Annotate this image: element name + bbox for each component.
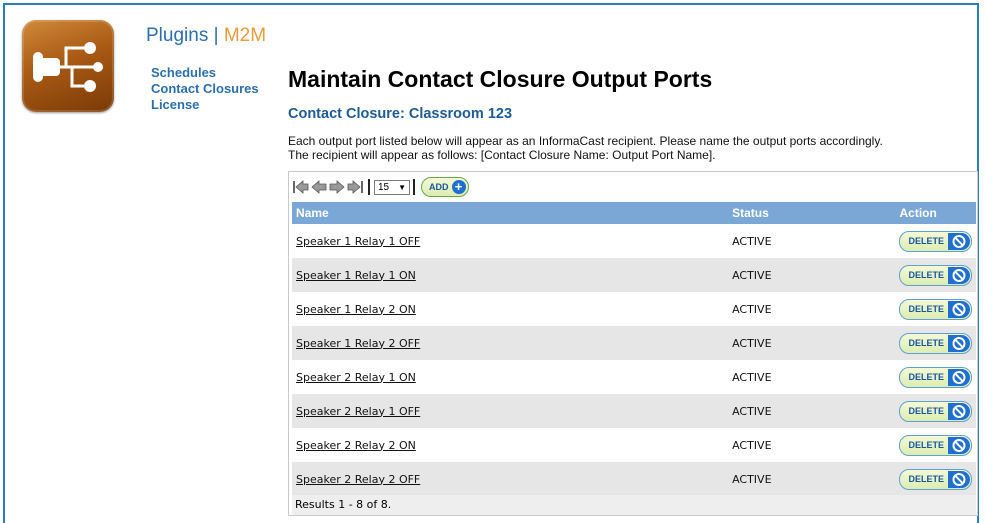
delete-button-label: DELETE	[908, 474, 944, 484]
cell-name: Speaker 2 Relay 2 OFF	[292, 462, 729, 496]
table-row: Speaker 2 Relay 2 ON ACTIVE DELETE	[292, 428, 976, 462]
table-row: Speaker 1 Relay 2 ON ACTIVE DELETE	[292, 292, 976, 326]
delete-button[interactable]: DELETE	[899, 230, 972, 252]
cell-action: DELETE	[895, 428, 976, 462]
delete-button-label: DELETE	[908, 372, 944, 382]
cell-name: Speaker 1 Relay 1 OFF	[292, 224, 728, 258]
port-name-link[interactable]: Speaker 1 Relay 2 OFF	[296, 337, 420, 350]
cell-status: ACTIVE	[728, 394, 896, 428]
description-line-1: Each output port listed below will appea…	[288, 134, 883, 148]
cell-name: Speaker 2 Relay 2 ON	[292, 428, 728, 462]
plugins-label: Plugins	[146, 25, 209, 46]
delete-cancel-icon	[948, 368, 970, 386]
cell-name: Speaker 1 Relay 1 ON	[292, 258, 729, 292]
delete-button[interactable]: DELETE	[899, 332, 972, 354]
pager-toolbar: 15 ▼ ADD +	[293, 175, 469, 199]
description-line-2: The recipient will appear as follows: [C…	[288, 148, 716, 162]
output-ports-table: Name Status Action Speaker 1 Relay 1 OFF…	[292, 202, 976, 496]
port-name-link[interactable]: Speaker 1 Relay 1 ON	[296, 269, 416, 282]
cell-status: ACTIVE	[728, 326, 896, 360]
page-size-select[interactable]: 15 ▼	[374, 179, 410, 195]
table-header-row: Name Status Action	[292, 202, 976, 224]
last-page-icon[interactable]	[347, 180, 363, 194]
cell-status: ACTIVE	[728, 462, 896, 496]
results-count: Results 1 - 8 of 8.	[292, 495, 976, 515]
cell-action: DELETE	[895, 394, 976, 428]
column-header-status[interactable]: Status	[728, 202, 896, 224]
port-name-link[interactable]: Speaker 1 Relay 2 ON	[296, 303, 416, 316]
next-page-icon[interactable]	[329, 180, 345, 194]
delete-cancel-icon	[948, 334, 970, 352]
cell-status: ACTIVE	[732, 302, 772, 316]
cell-status: ACTIVE	[732, 234, 772, 248]
table-row: Speaker 1 Relay 1 ON ACTIVE DELETE	[292, 258, 976, 292]
page-title: Maintain Contact Closure Output Ports	[288, 66, 713, 92]
port-name-link[interactable]: Speaker 2 Relay 2 OFF	[296, 473, 420, 486]
plugin-breadcrumb: Plugins | M2M	[146, 25, 266, 47]
cell-action: DELETE	[895, 360, 976, 394]
delete-cancel-icon	[948, 232, 970, 250]
delete-button-label: DELETE	[908, 270, 944, 280]
delete-button[interactable]: DELETE	[899, 366, 972, 388]
table-row: Speaker 1 Relay 1 OFF ACTIVE DELETE	[292, 224, 976, 258]
breadcrumb-separator: |	[213, 25, 219, 46]
sidebar-item-license[interactable]: License	[151, 97, 259, 113]
cell-status: ACTIVE	[732, 370, 772, 384]
port-name-link[interactable]: Speaker 2 Relay 1 ON	[296, 371, 416, 384]
first-page-icon[interactable]	[293, 180, 309, 194]
cell-status: ACTIVE	[732, 438, 772, 452]
cell-name: Speaker 1 Relay 2 ON	[292, 292, 728, 326]
plugin-logo-icon	[22, 20, 114, 112]
cell-name: Speaker 2 Relay 1 ON	[292, 360, 728, 394]
sidebar-item-contact-closures[interactable]: Contact Closures	[151, 81, 259, 97]
delete-cancel-icon	[948, 266, 970, 284]
delete-button[interactable]: DELETE	[899, 264, 972, 286]
contact-closure-subtitle: Contact Closure: Classroom 123	[288, 106, 513, 122]
cell-name: Speaker 1 Relay 2 OFF	[292, 326, 729, 360]
table-row: Speaker 2 Relay 2 OFF ACTIVE DELETE	[292, 462, 976, 496]
cell-action: DELETE	[895, 462, 976, 496]
table-row: Speaker 2 Relay 1 OFF ACTIVE DELETE	[292, 394, 976, 428]
delete-cancel-icon	[948, 300, 970, 318]
sidebar-nav: Schedules Contact Closures License	[151, 65, 259, 113]
cell-name: Speaker 2 Relay 1 OFF	[292, 394, 729, 428]
delete-button-label: DELETE	[908, 338, 944, 348]
cell-action: DELETE	[895, 258, 976, 292]
prev-page-icon[interactable]	[311, 180, 327, 194]
pager-divider	[368, 179, 370, 195]
delete-button-label: DELETE	[908, 406, 944, 416]
add-button-label: ADD	[429, 182, 449, 192]
pager-divider	[413, 179, 415, 195]
delete-button-label: DELETE	[908, 440, 944, 450]
delete-button[interactable]: DELETE	[899, 434, 972, 456]
delete-button[interactable]: DELETE	[899, 400, 972, 422]
cell-action: DELETE	[895, 224, 976, 258]
delete-cancel-icon	[948, 436, 970, 454]
output-ports-panel: 15 ▼ ADD + Name Status Action Speaker 1 …	[288, 171, 978, 516]
delete-button-label: DELETE	[908, 236, 944, 246]
delete-button-label: DELETE	[908, 304, 944, 314]
add-plus-icon: +	[451, 180, 466, 194]
port-name-link[interactable]: Speaker 2 Relay 1 OFF	[296, 405, 420, 418]
port-name-link[interactable]: Speaker 2 Relay 2 ON	[296, 439, 416, 452]
page-size-value: 15	[378, 181, 390, 193]
delete-button[interactable]: DELETE	[899, 298, 972, 320]
column-header-name[interactable]: Name	[292, 202, 729, 224]
cell-action: DELETE	[895, 292, 976, 326]
add-button[interactable]: ADD +	[421, 177, 469, 197]
delete-cancel-icon	[948, 402, 970, 420]
delete-button[interactable]: DELETE	[899, 468, 972, 490]
cell-status: ACTIVE	[728, 258, 896, 292]
page-description: Each output port listed below will appea…	[288, 134, 883, 162]
m2m-label: M2M	[223, 25, 267, 46]
port-name-link[interactable]: Speaker 1 Relay 1 OFF	[296, 235, 420, 248]
table-row: Speaker 2 Relay 1 ON ACTIVE DELETE	[292, 360, 976, 394]
column-header-action: Action	[895, 202, 976, 224]
table-row: Speaker 1 Relay 2 OFF ACTIVE DELETE	[292, 326, 976, 360]
sidebar-item-schedules[interactable]: Schedules	[151, 65, 259, 81]
chevron-down-icon: ▼	[398, 182, 406, 192]
delete-cancel-icon	[948, 470, 970, 488]
cell-action: DELETE	[895, 326, 976, 360]
